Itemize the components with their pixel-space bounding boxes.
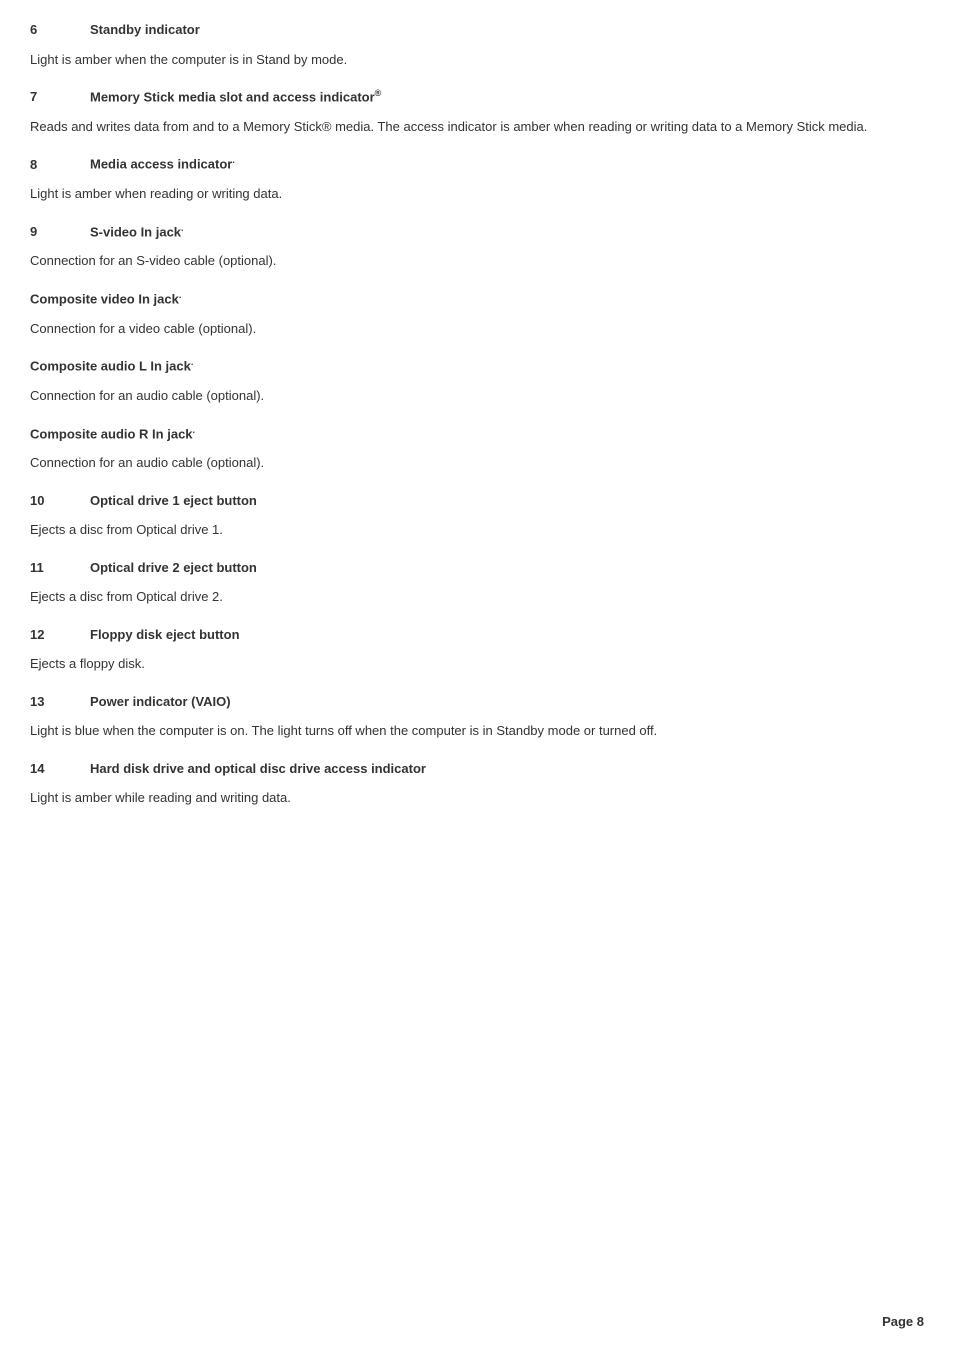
section-13-number: 13 bbox=[30, 692, 90, 712]
sub-section-composite-video: Composite video In jack. Connection for … bbox=[30, 289, 924, 338]
section-10: 10 Optical drive 1 eject button Ejects a… bbox=[30, 491, 924, 540]
section-11: 11 Optical drive 2 eject button Ejects a… bbox=[30, 558, 924, 607]
composite-video-header: Composite video In jack. bbox=[30, 289, 924, 309]
section-13-title: Power indicator (VAIO) bbox=[90, 692, 231, 712]
section-6-header: 6 Standby indicator bbox=[30, 20, 924, 40]
composite-audio-l-body: Connection for an audio cable (optional)… bbox=[30, 386, 924, 406]
section-11-number: 11 bbox=[30, 558, 90, 578]
sub-section-composite-audio-r: Composite audio R In jack. Connection fo… bbox=[30, 424, 924, 473]
section-6-title: Standby indicator bbox=[90, 20, 200, 40]
section-9-title: S-video In jack. bbox=[90, 222, 184, 242]
section-14: 14 Hard disk drive and optical disc driv… bbox=[30, 759, 924, 808]
section-8-header: 8 Media access indicator. bbox=[30, 154, 924, 174]
section-7: 7 Memory Stick media slot and access ind… bbox=[30, 87, 924, 136]
section-7-title: Memory Stick media slot and access indic… bbox=[90, 87, 381, 107]
section-9-header: 9 S-video In jack. bbox=[30, 222, 924, 242]
section-7-number: 7 bbox=[30, 87, 90, 107]
section-7-body: Reads and writes data from and to a Memo… bbox=[30, 117, 924, 137]
section-14-number: 14 bbox=[30, 759, 90, 779]
section-10-header: 10 Optical drive 1 eject button bbox=[30, 491, 924, 511]
section-9: 9 S-video In jack. Connection for an S-v… bbox=[30, 222, 924, 271]
section-10-number: 10 bbox=[30, 491, 90, 511]
section-13: 13 Power indicator (VAIO) Light is blue … bbox=[30, 692, 924, 741]
page-number: Page 8 bbox=[882, 1312, 924, 1332]
section-6-number: 6 bbox=[30, 20, 90, 40]
section-11-body: Ejects a disc from Optical drive 2. bbox=[30, 587, 924, 607]
section-7-header: 7 Memory Stick media slot and access ind… bbox=[30, 87, 924, 107]
section-12-body: Ejects a floppy disk. bbox=[30, 654, 924, 674]
section-8-body: Light is amber when reading or writing d… bbox=[30, 184, 924, 204]
section-12-number: 12 bbox=[30, 625, 90, 645]
section-14-body: Light is amber while reading and writing… bbox=[30, 788, 924, 808]
section-6-body: Light is amber when the computer is in S… bbox=[30, 50, 924, 70]
section-8-number: 8 bbox=[30, 155, 90, 175]
section-12-header: 12 Floppy disk eject button bbox=[30, 625, 924, 645]
section-10-title: Optical drive 1 eject button bbox=[90, 491, 257, 511]
section-9-number: 9 bbox=[30, 222, 90, 242]
section-13-body: Light is blue when the computer is on. T… bbox=[30, 721, 924, 741]
section-6: 6 Standby indicator Light is amber when … bbox=[30, 20, 924, 69]
composite-audio-l-header: Composite audio L In jack. bbox=[30, 356, 924, 376]
composite-audio-r-header: Composite audio R In jack. bbox=[30, 424, 924, 444]
section-8-title: Media access indicator. bbox=[90, 154, 235, 174]
section-13-header: 13 Power indicator (VAIO) bbox=[30, 692, 924, 712]
section-9-body: Connection for an S-video cable (optiona… bbox=[30, 251, 924, 271]
section-11-header: 11 Optical drive 2 eject button bbox=[30, 558, 924, 578]
section-8: 8 Media access indicator. Light is amber… bbox=[30, 154, 924, 203]
composite-video-body: Connection for a video cable (optional). bbox=[30, 319, 924, 339]
section-10-body: Ejects a disc from Optical drive 1. bbox=[30, 520, 924, 540]
sub-section-composite-audio-l: Composite audio L In jack. Connection fo… bbox=[30, 356, 924, 405]
composite-audio-r-body: Connection for an audio cable (optional)… bbox=[30, 453, 924, 473]
section-14-title: Hard disk drive and optical disc drive a… bbox=[90, 759, 426, 779]
section-12: 12 Floppy disk eject button Ejects a flo… bbox=[30, 625, 924, 674]
section-14-header: 14 Hard disk drive and optical disc driv… bbox=[30, 759, 924, 779]
section-12-title: Floppy disk eject button bbox=[90, 625, 240, 645]
section-11-title: Optical drive 2 eject button bbox=[90, 558, 257, 578]
